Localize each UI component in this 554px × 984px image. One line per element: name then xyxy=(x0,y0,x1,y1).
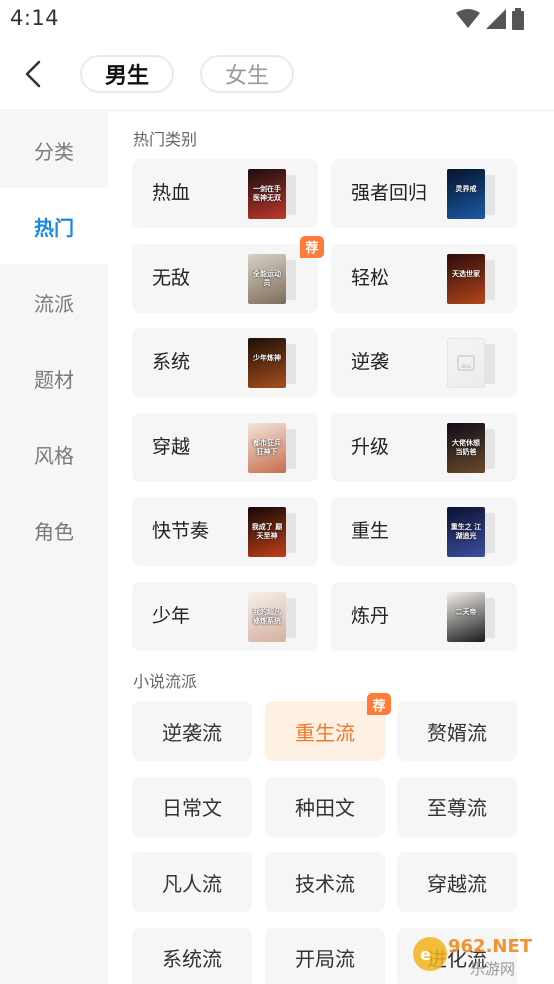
book-cover-image: 一剑在手 医神无双 xyxy=(248,169,286,219)
genre-card[interactable]: 种田文 xyxy=(265,776,385,837)
hot-category-card[interactable]: 穿越 都市狂兵 狂神下 xyxy=(132,412,318,482)
genre-card[interactable]: 重生流荐 xyxy=(265,693,391,761)
book-cover-image: 天选世家 xyxy=(447,253,485,304)
hot-category-card[interactable]: 重生 重生之 江湖追光 xyxy=(331,497,517,566)
battery-icon xyxy=(512,8,524,30)
hot-category-card[interactable]: 升级 大佬休想 当奶爸 xyxy=(331,412,517,482)
genre-card[interactable]: 系统流 xyxy=(132,927,252,984)
book-cover-title: 我成了 巅天至神 xyxy=(251,523,283,540)
watermark-text: 962.NET xyxy=(448,936,533,957)
watermark-logo: e 962.NET 乐游网 xyxy=(413,936,533,978)
main-content: 热门类别 热血 一剑在手 医神无双 强者回归 灵界戒 无敌 全能运动员荐轻松 天选世家 系统少… xyxy=(108,112,554,984)
genre-card[interactable]: 穿越流 xyxy=(397,852,517,912)
hot-category-label: 升级 xyxy=(351,435,390,458)
sidebar-item-style[interactable]: 风格 xyxy=(0,416,108,492)
genre-card[interactable]: 开局流 xyxy=(265,927,385,984)
sidebar-item-category[interactable]: 分类 xyxy=(0,112,108,188)
book-cover-image: 大佬休想 当奶爸 xyxy=(447,422,485,473)
hot-category-card[interactable]: 炼丹 二天帝 xyxy=(331,581,517,651)
hot-section-title: 热门类别 xyxy=(133,130,198,149)
watermark-subtext: 乐游网 xyxy=(470,960,515,978)
watermark: e 962.NET 乐游网 xyxy=(410,928,550,980)
header: 男生 女生 xyxy=(0,38,554,111)
genre-label: 日常文 xyxy=(162,796,222,820)
genre-card[interactable]: 逆袭流 xyxy=(132,701,252,761)
genre-label: 逆袭流 xyxy=(162,720,222,745)
book-cover-title: 灵界戒 xyxy=(455,185,477,193)
status-time: 4:14 xyxy=(10,6,60,30)
genre-card[interactable]: 至尊流 xyxy=(397,776,517,837)
hot-category-label: 轻松 xyxy=(351,266,390,289)
genre-card[interactable]: 凡人流 xyxy=(132,852,252,912)
book-cover-image: 都市狂兵 狂神下 xyxy=(248,422,286,473)
genre-label: 种田文 xyxy=(295,796,355,820)
genre-label: 至尊流 xyxy=(427,796,487,820)
hot-category-label: 逆袭 xyxy=(351,351,390,373)
hot-category-label: 少年 xyxy=(152,604,191,627)
recommend-badge: 荐 xyxy=(300,235,324,258)
signal-icon xyxy=(486,9,506,29)
book-cover-title: 全能运动员 xyxy=(253,269,281,287)
book-cover-title: 重生之 江湖追光 xyxy=(450,523,482,540)
hot-category-card[interactable]: 系统 少年炼神 xyxy=(132,328,318,397)
back-arrow-icon xyxy=(25,60,41,88)
svg-text:e: e xyxy=(420,945,431,964)
genre-card[interactable]: 赘婿流 xyxy=(397,701,517,761)
genre-card[interactable]: 日常文 xyxy=(132,776,252,837)
book-cover-title: 少年炼神 xyxy=(253,354,281,362)
sidebar-item-genre[interactable]: 流派 xyxy=(0,264,108,340)
hot-category-label: 强者回归 xyxy=(351,182,428,204)
back-button[interactable] xyxy=(16,54,50,94)
hot-category-label: 无敌 xyxy=(152,266,191,289)
genre-label: 开局流 xyxy=(295,947,355,971)
book-cover-title: 二天帝 xyxy=(455,607,477,616)
genre-label: 赘婿流 xyxy=(427,720,487,745)
book-cover-title: 我的超凡 修炼系统 xyxy=(253,607,281,625)
hot-category-label: 快节奏 xyxy=(152,520,210,542)
book-cover-image: 少年炼神 xyxy=(248,338,286,388)
hot-category-card[interactable]: 逆袭 xyxy=(331,328,517,397)
book-cover-image: 我的超凡 修炼系统 xyxy=(248,591,286,642)
book-cover-image: 重生之 江湖追光 xyxy=(447,507,485,557)
book-cover-image: 灵界戒 xyxy=(447,169,485,219)
status-icons xyxy=(456,8,524,30)
status-bar: 4:14 xyxy=(0,0,554,38)
sidebar-item-hot[interactable]: 热门 xyxy=(0,188,108,264)
sidebar-item-role[interactable]: 角色 xyxy=(0,492,108,568)
genre-label: 系统流 xyxy=(162,947,222,971)
hot-category-label: 穿越 xyxy=(152,435,191,458)
book-cover-title: 大佬休想 当奶爸 xyxy=(452,438,480,456)
book-cover-image: 全能运动员 xyxy=(248,253,286,304)
book-cover-image: 二天帝 xyxy=(447,591,485,642)
hot-category-label: 热血 xyxy=(152,182,191,204)
tab-female[interactable]: 女生 xyxy=(200,55,294,93)
genre-card[interactable]: 技术流 xyxy=(265,852,385,912)
hot-category-card[interactable]: 快节奏 我成了 巅天至神 xyxy=(132,497,318,566)
book-cover-title: 天选世家 xyxy=(452,269,480,278)
sidebar-item-theme[interactable]: 题材 xyxy=(0,340,108,416)
tab-male[interactable]: 男生 xyxy=(80,55,174,93)
recommend-badge: 荐 xyxy=(367,693,391,715)
hot-category-label: 炼丹 xyxy=(351,604,390,627)
image-placeholder-icon xyxy=(457,355,475,371)
hot-category-label: 系统 xyxy=(152,351,191,373)
genre-label: 技术流 xyxy=(295,871,355,896)
hot-category-card[interactable]: 热血 一剑在手 医神无双 xyxy=(132,159,318,228)
sidebar: 分类 热门 流派 题材 风格 角色 xyxy=(0,112,108,984)
genre-label: 穿越流 xyxy=(427,871,487,896)
hot-category-label: 重生 xyxy=(351,520,390,542)
genre-label: 凡人流 xyxy=(162,871,222,896)
genre-label: 重生流 xyxy=(295,720,355,745)
hot-category-card[interactable]: 无敌 全能运动员 荐 xyxy=(132,235,324,313)
hot-category-card[interactable]: 少年 我的超凡 修炼系统 xyxy=(132,581,318,651)
book-cover-image xyxy=(447,338,485,388)
book-cover-title: 都市狂兵 狂神下 xyxy=(253,438,281,456)
book-cover-title: 一剑在手 医神无双 xyxy=(253,185,281,202)
hot-category-card[interactable]: 强者回归 灵界戒 xyxy=(331,159,517,228)
genre-section-title: 小说流派 xyxy=(133,672,198,691)
book-cover-image: 我成了 巅天至神 xyxy=(248,507,286,557)
hot-category-card[interactable]: 轻松 天选世家 xyxy=(331,243,517,313)
wifi-icon xyxy=(456,9,480,28)
